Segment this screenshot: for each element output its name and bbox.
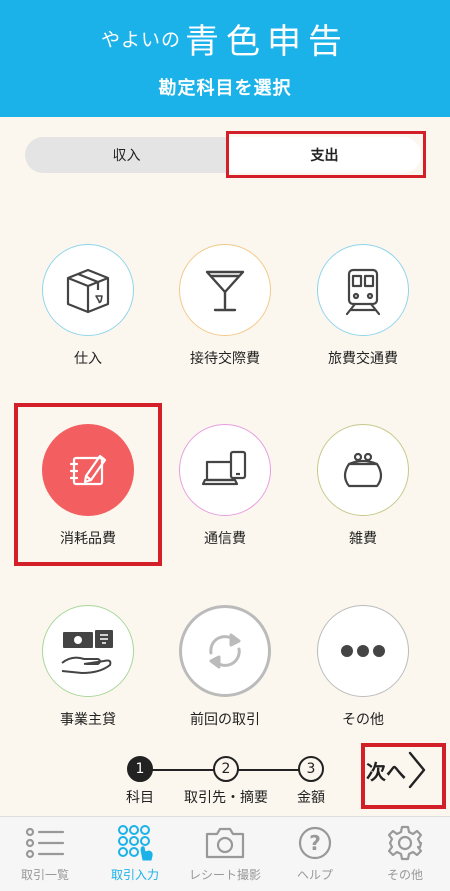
step-2-label: 取引先・摘要 — [184, 790, 268, 806]
category-jigyonushikashi[interactable]: 事業主貸 — [19, 605, 157, 729]
gear-icon — [360, 823, 450, 863]
app-header: やよいの 青色申告 勘定科目を選択 — [0, 0, 450, 117]
svg-text:?: ? — [309, 831, 321, 855]
cocktail-glass-icon — [179, 244, 271, 336]
brand-big-text: 青色申告 — [185, 22, 349, 62]
category-settai-kosaihi[interactable]: 接待交際費 — [156, 244, 294, 368]
step-2-circle: 2 — [213, 756, 239, 782]
refresh-icon — [179, 605, 271, 697]
tab-label: その他 — [386, 868, 423, 882]
keypad-icon — [90, 823, 180, 863]
tab-label: レシート撮影 — [188, 868, 261, 882]
expense-tab-highlight — [226, 131, 426, 178]
tab-transaction-list[interactable]: 取引一覧 — [0, 817, 90, 891]
list-icon — [0, 823, 90, 863]
coin-purse-icon — [317, 424, 409, 516]
bottom-tab-bar: 取引一覧 取引入力 レシート撮影 ? ヘルプ その他 — [0, 816, 450, 891]
money-hand-icon — [42, 605, 134, 697]
category-label: 旅費交通費 — [328, 351, 398, 367]
app-logo: やよいの 青色申告 — [0, 14, 450, 63]
category-shiire[interactable]: 仕入 — [19, 244, 157, 368]
category-label: 通信費 — [204, 531, 246, 547]
step-indicator: 1 2 3 科目 取引先・摘要 金額 — [120, 756, 360, 811]
category-ryohi-kotsuhi[interactable]: 旅費交通費 — [294, 244, 432, 368]
selected-category-highlight — [14, 403, 162, 566]
category-label: 前回の取引 — [190, 712, 260, 728]
category-zappi[interactable]: 雑費 — [294, 424, 432, 548]
category-tsushinhi[interactable]: 通信費 — [156, 424, 294, 548]
tab-label: ヘルプ — [296, 868, 333, 882]
train-icon — [317, 244, 409, 336]
step-3-circle: 3 — [298, 756, 324, 782]
tab-label: 取引入力 — [110, 868, 159, 882]
category-label: 接待交際費 — [190, 351, 260, 367]
brand-small-text: やよいの — [100, 29, 181, 51]
page-title: 勘定科目を選択 — [158, 78, 292, 99]
income-tab[interactable]: 収入 — [25, 137, 228, 173]
laptop-phone-icon — [179, 424, 271, 516]
step-1-label: 科目 — [126, 790, 154, 806]
tab-other[interactable]: その他 — [360, 817, 450, 891]
category-label: 仕入 — [74, 351, 102, 367]
category-label: 雑費 — [349, 531, 377, 547]
category-other[interactable]: その他 — [294, 605, 432, 729]
more-dots-icon — [317, 605, 409, 697]
help-icon: ? — [270, 823, 360, 863]
tab-help[interactable]: ? ヘルプ — [270, 817, 360, 891]
category-previous-transaction[interactable]: 前回の取引 — [156, 605, 294, 729]
category-label: その他 — [342, 712, 384, 728]
next-button-highlight — [361, 743, 446, 809]
tab-receipt-camera[interactable]: レシート撮影 — [180, 817, 270, 891]
box-icon — [42, 244, 134, 336]
tab-label: 取引一覧 — [20, 868, 69, 882]
camera-icon — [180, 823, 270, 863]
step-1-circle: 1 — [127, 756, 153, 782]
step-3-label: 金額 — [297, 790, 325, 806]
tab-transaction-input[interactable]: 取引入力 — [90, 817, 180, 891]
category-label: 事業主貸 — [60, 712, 116, 728]
